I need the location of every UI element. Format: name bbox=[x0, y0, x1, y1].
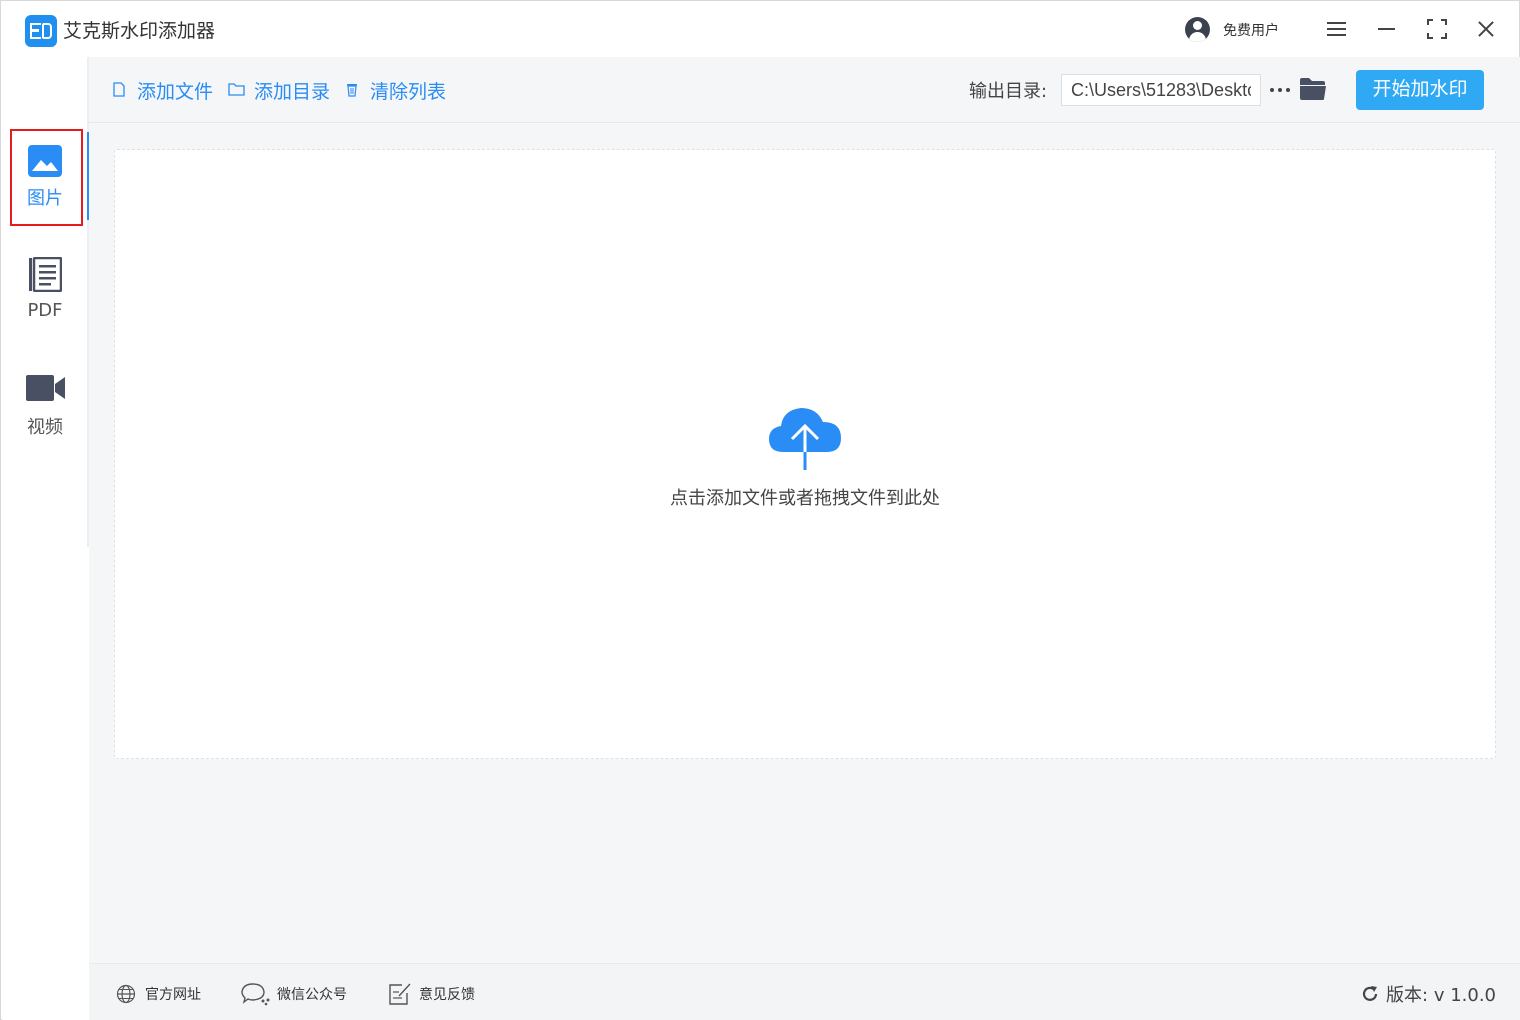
app-title: 艾克斯水印添加器 bbox=[63, 20, 216, 42]
minimize-icon[interactable] bbox=[1369, 11, 1405, 47]
maximize-icon[interactable] bbox=[1419, 11, 1455, 47]
sidebar-item-label: 视频 bbox=[27, 417, 63, 438]
globe-icon bbox=[116, 984, 136, 1004]
official-website-link[interactable]: 官方网址 bbox=[116, 980, 216, 1006]
user-avatar-icon[interactable] bbox=[1185, 17, 1210, 42]
folder-outline-icon bbox=[228, 83, 245, 96]
wechat-link[interactable]: 微信公众号 bbox=[241, 980, 361, 1006]
user-label[interactable]: 免费用户 bbox=[1223, 20, 1279, 40]
video-camera-icon bbox=[26, 375, 66, 401]
footer-bar: 官方网址 微信公众号 意见反馈 版本: v 1.0.0 bbox=[89, 963, 1520, 1020]
file-dropzone[interactable]: 点击添加文件或者拖拽文件到此处 bbox=[114, 149, 1496, 759]
feedback-edit-icon bbox=[389, 983, 411, 1005]
add-file-label: 添加文件 bbox=[137, 81, 214, 103]
folder-icon[interactable] bbox=[1299, 77, 1327, 101]
file-icon bbox=[113, 82, 125, 97]
app-logo-icon bbox=[25, 15, 57, 47]
clear-list-label: 清除列表 bbox=[370, 81, 447, 103]
feedback-label: 意见反馈 bbox=[419, 987, 475, 1003]
cloud-upload-icon bbox=[767, 404, 843, 474]
sidebar: 图片 PDF 视频 bbox=[2, 57, 90, 1020]
version-label: 版本: v 1.0.0 bbox=[1386, 985, 1496, 1006]
toolbar: 添加文件 添加目录 清除列表 输出目录: C:\Users\51283\Desk… bbox=[89, 57, 1520, 123]
official-website-label: 官方网址 bbox=[145, 987, 201, 1003]
wechat-label: 微信公众号 bbox=[277, 987, 347, 1003]
start-watermark-button[interactable]: 开始加水印 bbox=[1356, 70, 1484, 110]
close-icon[interactable] bbox=[1468, 11, 1504, 47]
sidebar-item-label: PDF bbox=[27, 300, 63, 321]
main-panel: 添加文件 添加目录 清除列表 输出目录: C:\Users\51283\Desk… bbox=[89, 57, 1520, 1020]
feedback-link[interactable]: 意见反馈 bbox=[388, 980, 488, 1006]
refresh-icon[interactable] bbox=[1360, 984, 1380, 1004]
trash-icon bbox=[347, 84, 357, 97]
sidebar-item-video[interactable]: 视频 bbox=[2, 359, 88, 449]
title-bar: 艾克斯水印添加器 免费用户 bbox=[1, 1, 1519, 57]
highlight-annotation-box bbox=[10, 129, 83, 226]
wechat-icon bbox=[241, 983, 270, 1006]
output-directory-label: 输出目录: bbox=[969, 81, 1048, 102]
dropzone-hint: 点击添加文件或者拖拽文件到此处 bbox=[670, 488, 940, 509]
output-directory-input[interactable] bbox=[1061, 74, 1261, 106]
version-info: 版本: v 1.0.0 bbox=[1360, 981, 1496, 1007]
more-options-icon[interactable] bbox=[1269, 79, 1291, 99]
app-window: 艾克斯水印添加器 免费用户 图片 PDF 视频 添加文件 添加目录 清除列表 输… bbox=[0, 0, 1520, 1020]
add-directory-label: 添加目录 bbox=[254, 81, 331, 103]
pdf-document-icon bbox=[28, 256, 63, 293]
menu-icon[interactable] bbox=[1319, 11, 1355, 47]
